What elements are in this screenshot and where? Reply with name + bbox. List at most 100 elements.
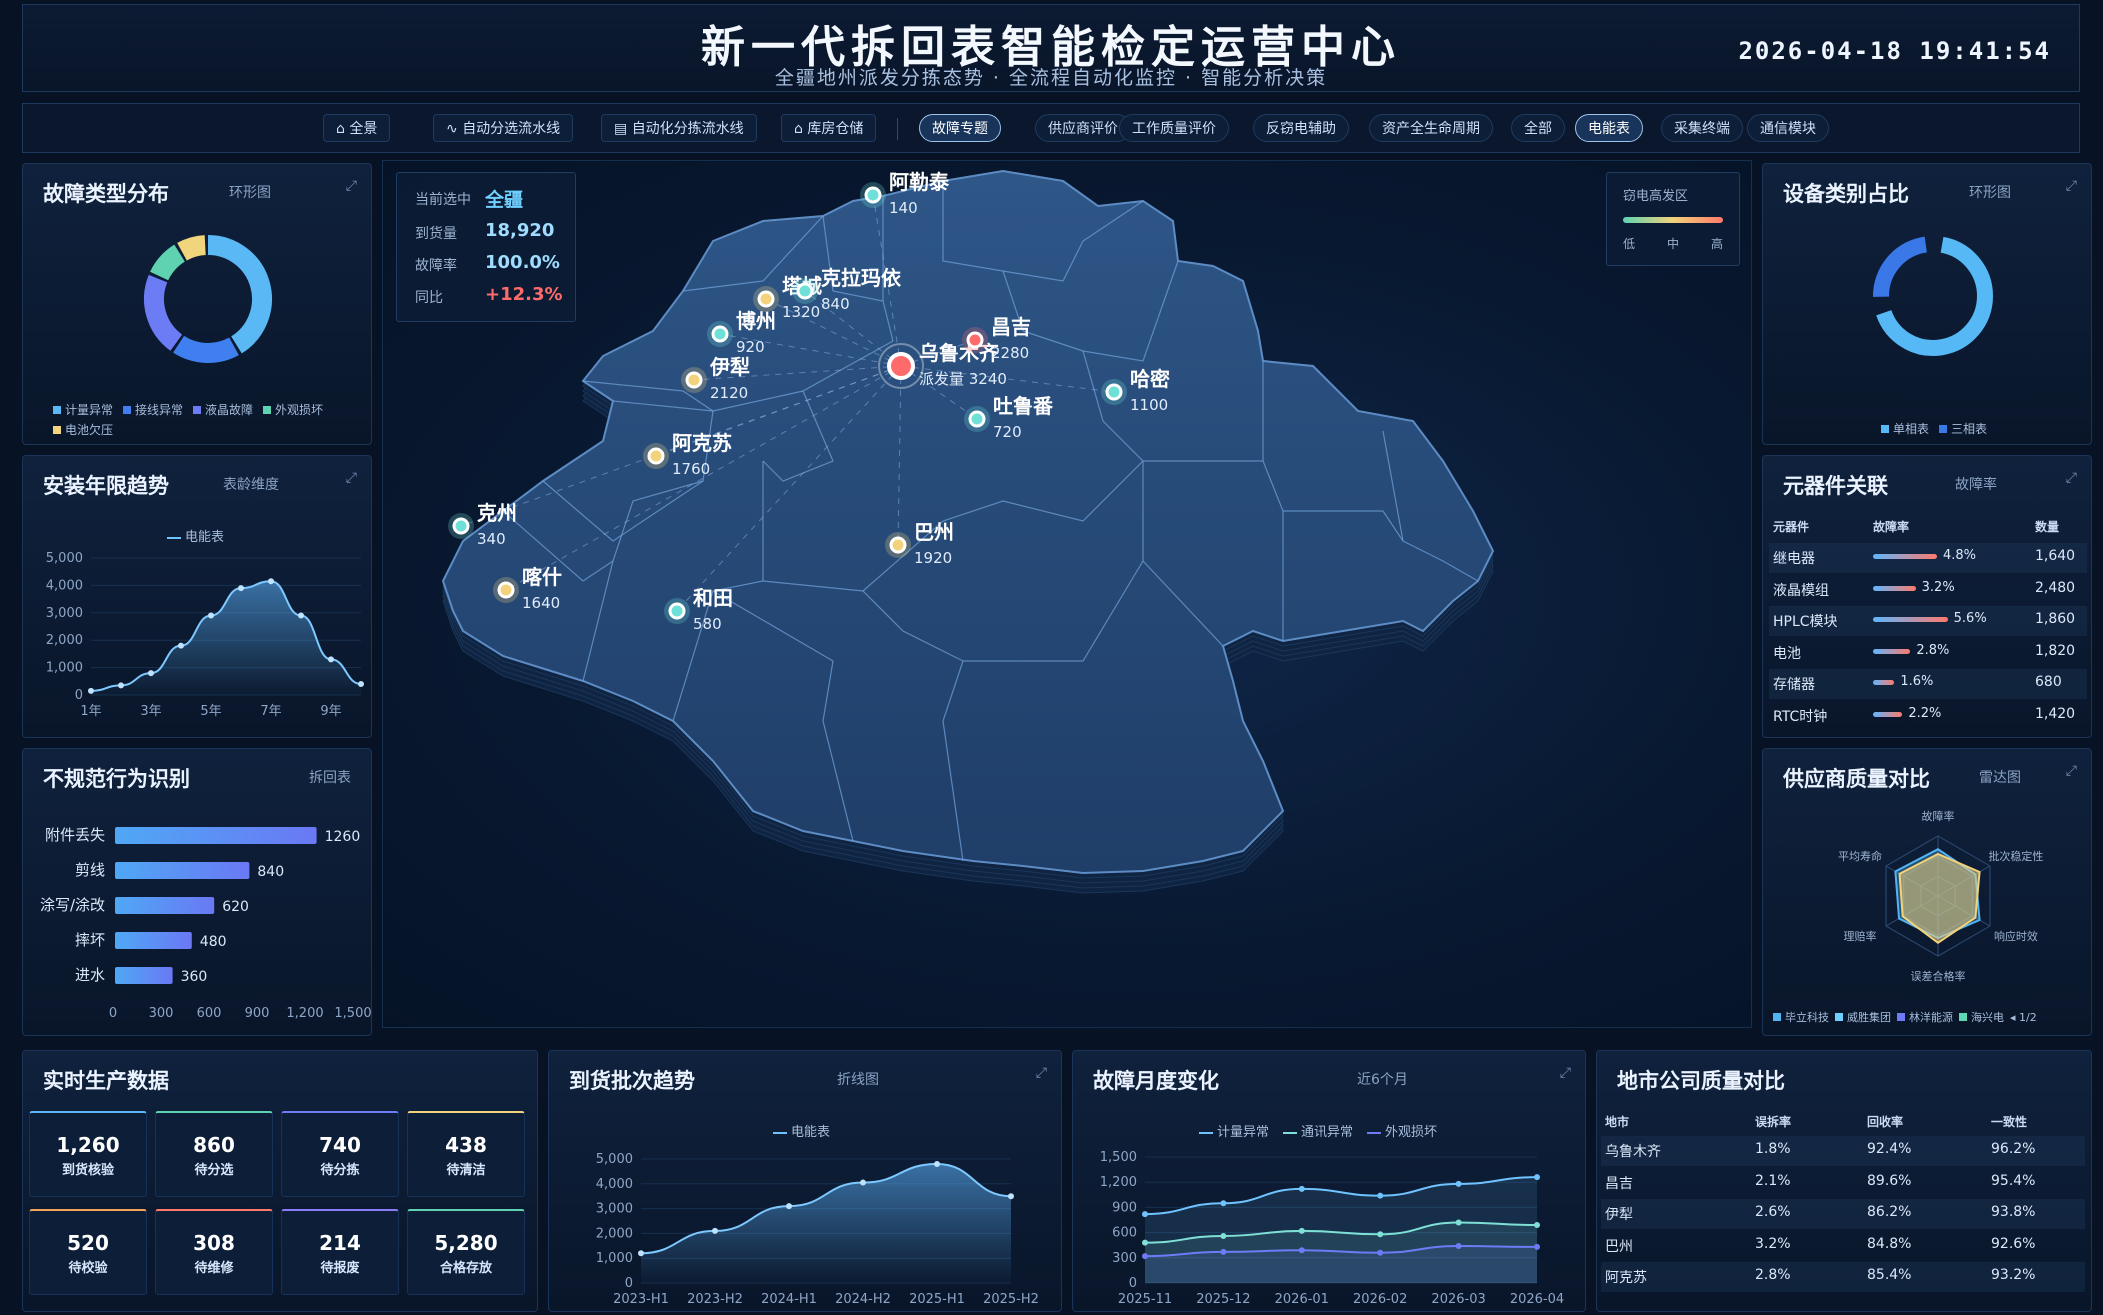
map-region-group: 阿勒泰140塔城1320克拉玛依840博州920伊犁2120乌鲁木齐派发量 32… xyxy=(441,169,1495,875)
city-marker xyxy=(864,186,882,204)
panel-title: 不规范行为识别 xyxy=(43,767,190,791)
x-tick-label: 1,500 xyxy=(334,1006,371,1021)
table-cell: 84.8% xyxy=(1867,1235,1912,1252)
y-tick-label: 3,000 xyxy=(46,606,83,621)
y-tick-label: 300 xyxy=(1112,1251,1137,1266)
arrival-trend-chart: 5,000 4,000 3,000 2,000 1,000 02023-H1 2023-H2… xyxy=(596,1152,1039,1307)
x-tick-label: 9年 xyxy=(320,704,341,719)
filter-3[interactable]: 通信模块 xyxy=(1747,114,1829,142)
stat-label: 待分拣 xyxy=(320,1163,360,1178)
stat-card[interactable]: 520 待校验 xyxy=(29,1209,147,1295)
x-tick-label: 2025-12 xyxy=(1196,1292,1250,1307)
nav-item-1[interactable]: ∿ 自动分选流水线 xyxy=(433,114,574,142)
legend-swatch xyxy=(1283,1131,1298,1134)
legend-item[interactable]: 毕立科技 xyxy=(1773,1011,1829,1024)
expand-icon[interactable]: ⤢ xyxy=(346,470,357,486)
legend-swatch xyxy=(193,406,202,414)
legend-swatch xyxy=(1199,1131,1213,1134)
city-marker xyxy=(497,581,515,599)
expand-icon[interactable]: ⤢ xyxy=(346,178,357,194)
stat-label: 待维修 xyxy=(194,1261,234,1276)
tab-topic-1[interactable]: 供应商评价 xyxy=(1035,114,1131,142)
donut-slice-三相表 xyxy=(1873,236,1928,297)
city-value-label: 1640 xyxy=(522,594,560,612)
legend-swatch xyxy=(53,406,61,414)
bar xyxy=(115,932,192,949)
supplier-legend[interactable]: 毕立科技 威胜集团 林洋能源 海兴电 ◂ 1/2 xyxy=(1773,1009,2083,1025)
stat-card[interactable]: 214 待报废 xyxy=(281,1209,399,1295)
expand-icon[interactable]: ⤢ xyxy=(1560,1065,1571,1081)
legend-item[interactable]: 海兴电 xyxy=(1959,1011,2004,1024)
expand-icon[interactable]: ⤢ xyxy=(2066,763,2077,779)
table-cell: 95.4% xyxy=(1991,1172,2036,1189)
stat-card[interactable]: 860 待分选 xyxy=(155,1111,273,1197)
nav-item-label: 自动化分拣流水线 xyxy=(631,121,744,137)
x-tick-label: 2023-H2 xyxy=(687,1292,743,1307)
y-tick-label: 4,000 xyxy=(46,578,83,593)
x-tick-label: 3年 xyxy=(140,704,161,719)
data-point xyxy=(1220,1248,1227,1255)
bar-category-label: 进水 xyxy=(75,966,105,984)
bar-value-label: 360 xyxy=(181,969,208,985)
legend-swatch xyxy=(1835,1013,1843,1021)
nav-item-0[interactable]: ⌂ 全景 xyxy=(323,114,391,142)
data-point xyxy=(208,612,214,619)
radar-axis-label: 平均寿命 xyxy=(1838,849,1882,863)
data-point xyxy=(118,682,124,689)
legend-label: 林洋能源 xyxy=(1909,1011,1953,1024)
table-cell: 96.2% xyxy=(1991,1141,2036,1157)
expand-icon[interactable]: ⤢ xyxy=(2066,470,2077,486)
city-name-label: 克州 xyxy=(477,501,517,525)
city-value-label: 2280 xyxy=(991,344,1029,362)
city-name-label: 喀什 xyxy=(522,565,562,589)
legend-item[interactable]: 林洋能源 xyxy=(1897,1011,1953,1024)
nav-item-3[interactable]: ⌂ 库房仓储 xyxy=(781,114,877,142)
legend-item: 外观损坏 xyxy=(1367,1125,1437,1140)
filter-0[interactable]: 全部 xyxy=(1511,114,1565,142)
wave-icon: ∿ xyxy=(446,121,463,137)
legend-item: 液晶故障 xyxy=(193,400,253,420)
stat-card[interactable]: 740 待分拣 xyxy=(281,1111,399,1197)
table-header: 误拆率 xyxy=(1755,1115,1792,1129)
tab-topic-2[interactable]: 工作质量评价 xyxy=(1119,114,1229,142)
pager-prev-icon[interactable]: ◂ xyxy=(2010,1011,2019,1024)
fault-monthly-panel: 故障月度变化 近6个月 ⤢ 计量异常 通讯异常 外观损坏 1,500 1,200 900… xyxy=(1072,1050,1586,1312)
filter-1[interactable]: 电能表 xyxy=(1575,114,1643,142)
fault-type-donut-chart xyxy=(144,235,272,363)
radar-axis-label: 理赔率 xyxy=(1844,929,1877,943)
city-name-label: 乌鲁木齐 xyxy=(919,341,1000,365)
warehouse-icon: ⌂ xyxy=(794,121,808,137)
y-tick-label: 0 xyxy=(625,1276,633,1291)
y-tick-label: 5,000 xyxy=(596,1152,633,1167)
stat-card[interactable]: 1,260 到货核验 xyxy=(29,1111,147,1197)
tab-topic-0[interactable]: 故障专题 xyxy=(919,114,1001,142)
data-point xyxy=(148,670,154,677)
filter-2[interactable]: 采集终端 xyxy=(1661,114,1743,142)
tab-topic-4[interactable]: 资产全生命周期 xyxy=(1369,114,1493,142)
bar-value-label: 1260 xyxy=(325,829,361,845)
expand-icon[interactable]: ⤢ xyxy=(1036,1065,1047,1081)
legend-item[interactable]: 威胜集团 xyxy=(1835,1011,1891,1024)
stat-label: 待清洁 xyxy=(446,1163,486,1178)
stat-card[interactable]: 5,280 合格存放 xyxy=(407,1209,525,1295)
nav-divider xyxy=(897,118,898,140)
legend-pager[interactable]: ◂ 1/2 xyxy=(2010,1011,2037,1024)
x-tick-label: 2026-02 xyxy=(1353,1292,1407,1307)
table-cell: 85.4% xyxy=(1867,1267,1912,1283)
data-point xyxy=(1220,1232,1227,1239)
x-tick-label: 2026-03 xyxy=(1431,1292,1485,1307)
stat-card[interactable]: 438 待清洁 xyxy=(407,1111,525,1197)
legend-label: 外观损坏 xyxy=(1385,1125,1438,1140)
xinjiang-map[interactable]: 阿勒泰140塔城1320克拉玛依840博州920伊犁2120乌鲁木齐派发量 32… xyxy=(383,161,1753,1029)
area-fill xyxy=(641,1163,1011,1283)
stat-card[interactable]: 308 待维修 xyxy=(155,1209,273,1295)
bar-value-label: 480 xyxy=(200,934,227,950)
y-tick-label: 2,000 xyxy=(46,633,83,648)
tab-topic-3[interactable]: 反窃电辅助 xyxy=(1253,114,1349,142)
table-cell: 乌鲁木齐 xyxy=(1605,1144,1661,1160)
expand-icon[interactable]: ⤢ xyxy=(2066,178,2077,194)
nav-item-2[interactable]: ▤ 自动化分拣流水线 xyxy=(601,114,757,142)
panel-subtitle: 近6个月 xyxy=(1357,1072,1408,1088)
component-name: 液晶模组 xyxy=(1773,582,1829,599)
x-tick-label: 2025-H2 xyxy=(983,1292,1039,1307)
